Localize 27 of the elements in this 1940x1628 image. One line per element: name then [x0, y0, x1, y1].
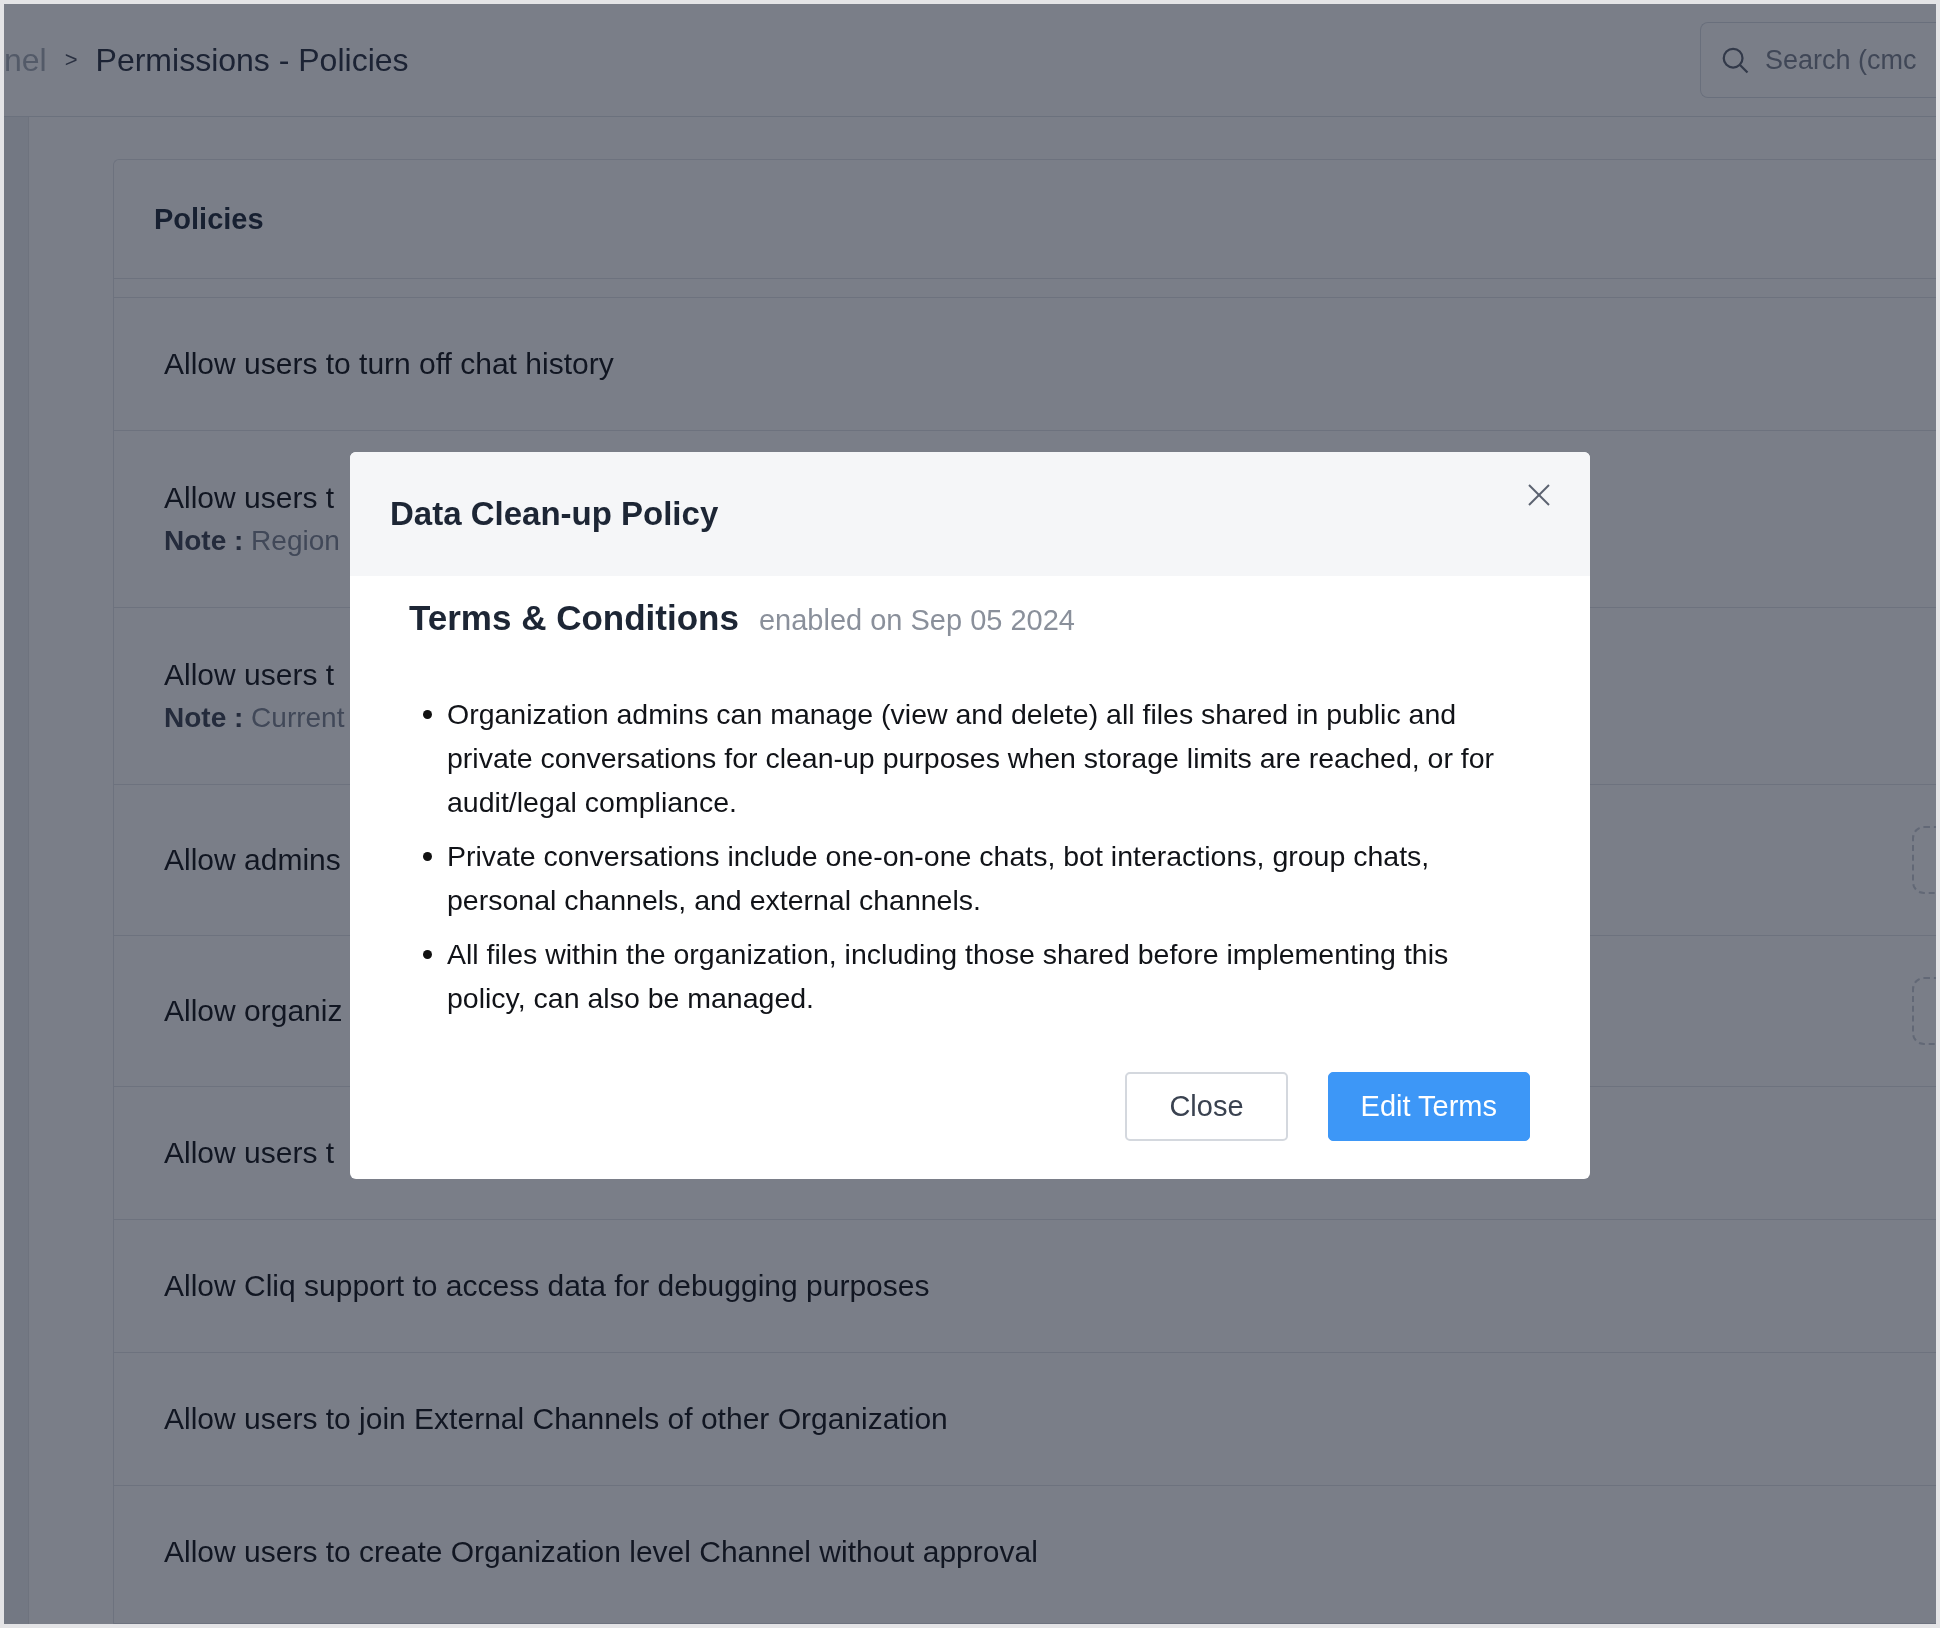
policy-label: Allow users to create Organization level Channel without approval	[164, 1535, 1038, 1569]
policy-label: Allow users to turn off chat history	[164, 347, 614, 381]
policy-label: Allow users to join External Channels of other Organization	[164, 1402, 948, 1436]
enabled-date: enabled on Sep 05 2024	[758, 604, 1075, 637]
bullet-icon	[423, 950, 432, 959]
policy-label: Allow users t	[164, 481, 335, 515]
policy-label: Allow admins	[164, 843, 341, 877]
policy-label: Allow users t	[164, 658, 335, 692]
terms-heading: Terms & Conditions	[409, 598, 739, 638]
bullet-icon	[423, 710, 432, 719]
terms-item: Organization admins can manage (view and delete) all files shared in public and private conversations for clean-up purposes when storage limits are reached, or for audit/legal compliance.	[447, 697, 1496, 820]
terms-item: Private conversations include one-on-one chats, bot interactions, group chats, personal channels, and external channels.	[447, 839, 1431, 918]
dialog-title: Data Clean-up Policy	[390, 495, 719, 533]
terms-item: All files within the organization, including those shared before implementing this policy, can also be managed.	[447, 937, 1450, 1016]
policy-note: Note : Region	[164, 525, 340, 557]
breadcrumb-separator: >	[64, 47, 78, 73]
edit-terms-button[interactable]: Edit Terms	[1327, 1072, 1530, 1141]
card-title: Policies	[154, 202, 264, 236]
bullet-icon	[423, 852, 432, 861]
breadcrumb-item: Permissions - Policies	[95, 41, 409, 79]
close-button[interactable]: Close	[1125, 1072, 1288, 1141]
policy-label: Allow organiz	[164, 994, 343, 1028]
search-field[interactable]: Search (cmc	[1700, 22, 1936, 98]
search-icon	[1720, 45, 1750, 75]
policy-label: Allow Cliq support to access data for debugging purposes	[164, 1269, 930, 1303]
policy-label: Allow users t	[164, 1136, 335, 1170]
policy-note: Note : Current	[164, 702, 345, 734]
